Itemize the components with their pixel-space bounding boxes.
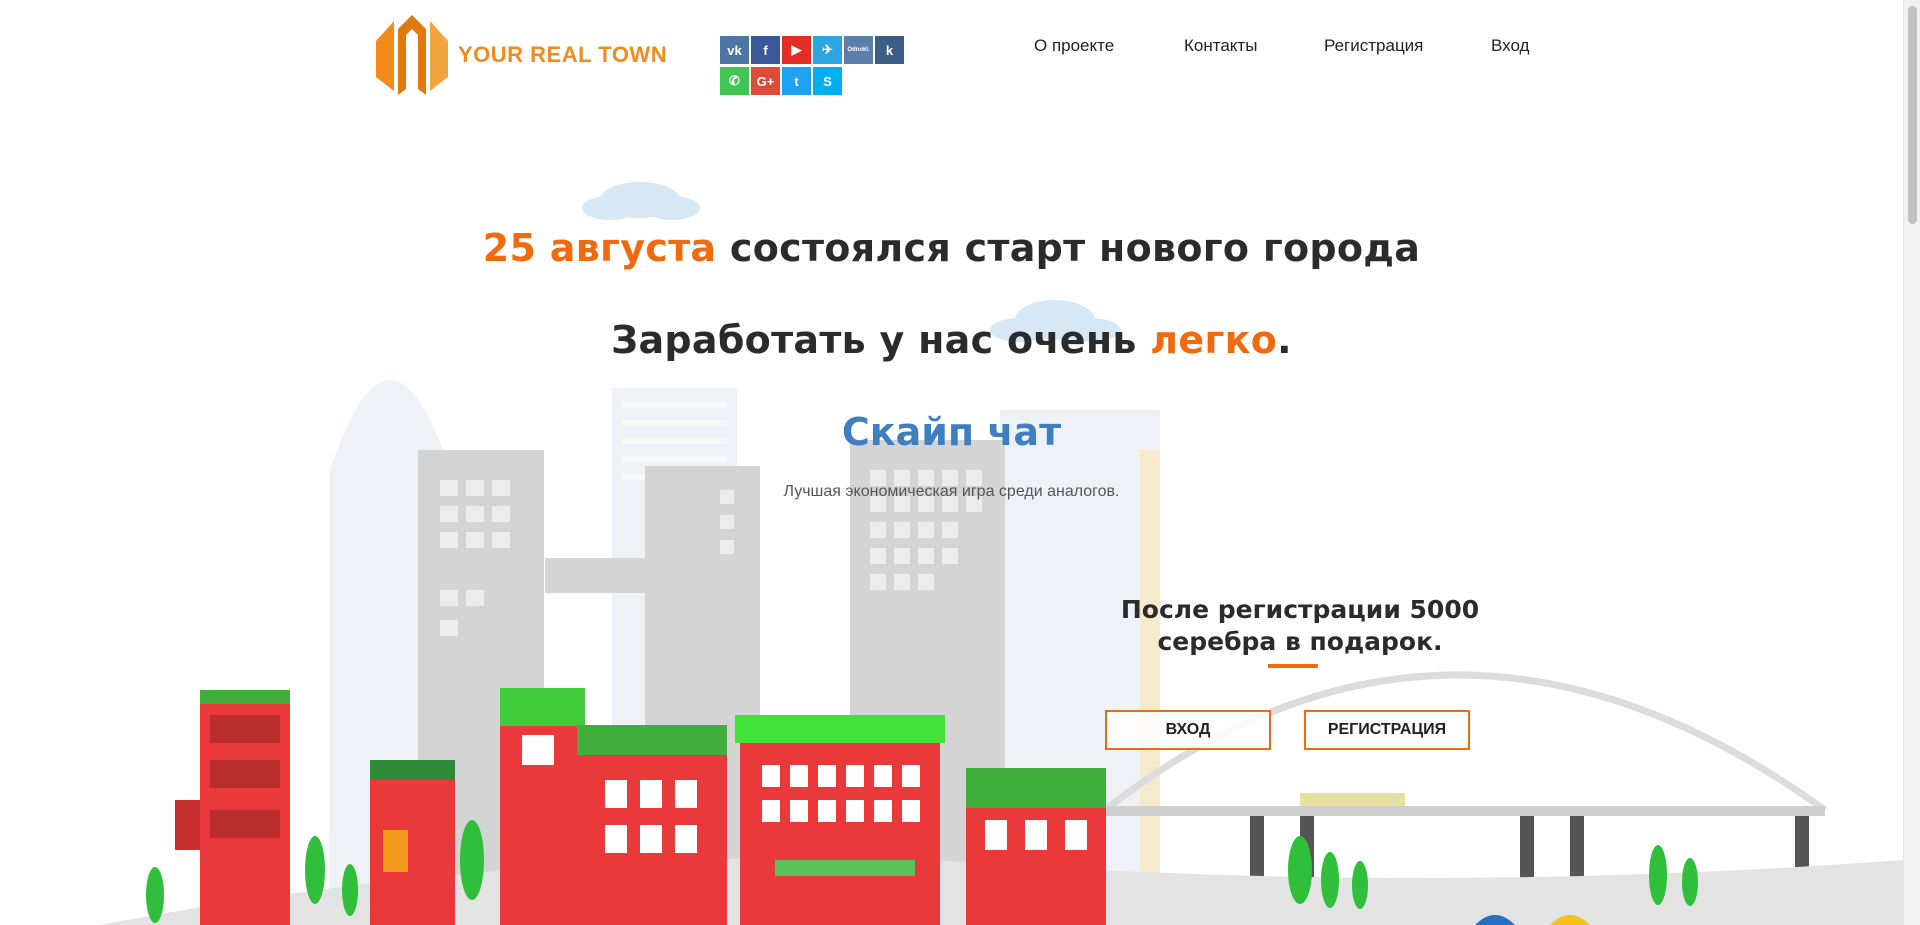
headline-start-date: 25 августа состоялся старт нового города bbox=[0, 226, 1903, 270]
headline-date-accent: 25 августа bbox=[482, 226, 717, 270]
tagline: Лучшая экономическая игра среди аналогов… bbox=[783, 483, 1120, 500]
nav-contacts[interactable]: Контакты bbox=[1184, 36, 1257, 56]
googleplus-icon[interactable]: G+ bbox=[751, 67, 780, 95]
nav-about[interactable]: О проекте bbox=[1034, 36, 1114, 56]
skype-icon[interactable]: S bbox=[813, 67, 842, 95]
vk-icon[interactable]: vk bbox=[720, 36, 749, 64]
headline-earn-accent: легко bbox=[1150, 318, 1278, 362]
whatsapp-icon[interactable]: ✆ bbox=[720, 67, 749, 95]
headline-rest: состоялся старт нового города bbox=[716, 226, 1421, 270]
city-illustration bbox=[100, 182, 1903, 925]
headline-earn-start: Заработать у нас очень bbox=[611, 318, 1151, 362]
site-logo[interactable]: YOUR REAL TOWN bbox=[372, 10, 672, 100]
social-icons: vk f ▶ ✈ Odnokl. k ✆ G+ t S bbox=[720, 36, 904, 96]
facebook-icon[interactable]: f bbox=[751, 36, 780, 64]
telegram-icon[interactable]: ✈ bbox=[813, 36, 842, 64]
youtube-icon[interactable]: ▶ bbox=[782, 36, 811, 64]
page: YOUR REAL TOWN vk f ▶ ✈ Odnokl. k ✆ G+ t S О прое… bbox=[0, 0, 1903, 925]
nav-register[interactable]: Регистрация bbox=[1324, 36, 1423, 56]
odnoklassniki-icon[interactable]: Odnokl. bbox=[844, 36, 873, 64]
logo-text: YOUR REAL TOWN bbox=[458, 42, 668, 67]
twitter-icon[interactable]: t bbox=[782, 67, 811, 95]
skype-chat-link[interactable]: Скайп чат bbox=[0, 410, 1903, 454]
promo-text: После регистрации 5000 серебра в подарок… bbox=[1120, 595, 1480, 656]
k-icon[interactable]: k bbox=[875, 36, 904, 64]
headline-earn-end: . bbox=[1277, 318, 1292, 362]
nav-login[interactable]: Вход bbox=[1491, 36, 1529, 56]
register-button[interactable]: РЕГИСТРАЦИЯ bbox=[1304, 710, 1470, 750]
logo-buildings-icon bbox=[376, 15, 448, 95]
promo-divider bbox=[1268, 664, 1318, 668]
login-button[interactable]: ВХОД bbox=[1105, 710, 1271, 750]
headline-earn: Заработать у нас очень легко. bbox=[0, 318, 1903, 362]
scrollbar[interactable] bbox=[1903, 0, 1920, 925]
scrollbar-thumb[interactable] bbox=[1908, 6, 1917, 224]
